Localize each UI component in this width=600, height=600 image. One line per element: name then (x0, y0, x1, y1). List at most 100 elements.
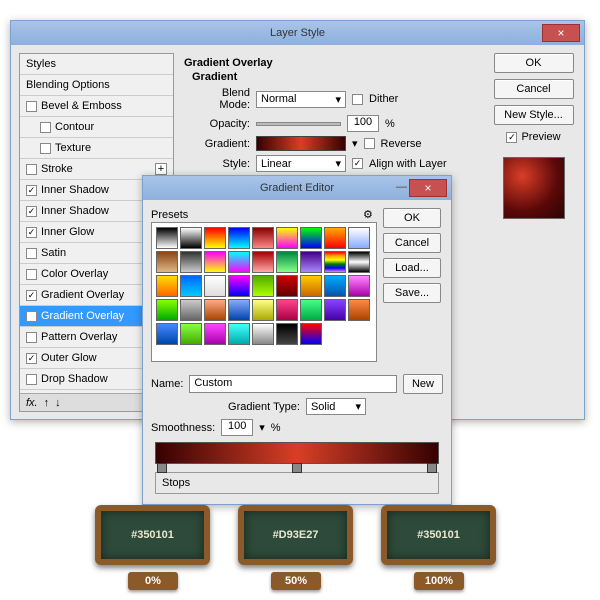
preset-swatch[interactable] (156, 323, 178, 345)
gear-icon[interactable]: ⚙ (363, 208, 377, 222)
smoothness-input[interactable]: 100 (221, 419, 253, 436)
cancel-button[interactable]: Cancel (494, 79, 574, 99)
blend-mode-select[interactable]: Normal▾ (256, 91, 346, 108)
sidebar-item-bevel[interactable]: Bevel & Emboss (20, 96, 173, 117)
opacity-slider[interactable] (256, 122, 341, 126)
preset-swatch[interactable] (228, 299, 250, 321)
ok-button[interactable]: OK (494, 53, 574, 73)
preset-swatch[interactable] (180, 299, 202, 321)
preset-swatch[interactable] (204, 275, 226, 297)
chevron-down-icon[interactable]: ▾ (259, 421, 265, 434)
checkbox-icon[interactable] (26, 311, 37, 322)
preset-swatch[interactable] (252, 227, 274, 249)
preset-swatch[interactable] (228, 251, 250, 273)
gradient-editor-titlebar[interactable]: Gradient Editor — × (143, 176, 451, 200)
color-stop[interactable] (292, 463, 302, 473)
gradient-type-select[interactable]: Solid▾ (306, 398, 366, 415)
preset-swatch[interactable] (156, 251, 178, 273)
preset-swatch[interactable] (324, 251, 346, 273)
preset-swatch[interactable] (324, 299, 346, 321)
color-stop[interactable] (427, 463, 437, 473)
dither-checkbox[interactable] (352, 94, 363, 105)
save-button[interactable]: Save... (383, 283, 441, 303)
checkbox-icon[interactable] (26, 332, 37, 343)
new-style-button[interactable]: New Style... (494, 105, 574, 125)
style-select[interactable]: Linear▾ (256, 155, 346, 172)
checkbox-icon[interactable] (26, 269, 37, 280)
preset-swatch[interactable] (228, 227, 250, 249)
checkbox-icon[interactable] (26, 353, 37, 364)
sidebar-item-blending[interactable]: Blending Options (20, 75, 173, 96)
minimize-icon[interactable]: — (396, 181, 407, 193)
preset-swatch[interactable] (252, 275, 274, 297)
checkbox-icon[interactable] (26, 164, 37, 175)
preset-swatch[interactable] (300, 299, 322, 321)
preset-swatch[interactable] (300, 227, 322, 249)
preset-swatch[interactable] (276, 299, 298, 321)
color-stop[interactable] (157, 463, 167, 473)
fx-label: fx. (26, 397, 38, 409)
preset-swatch[interactable] (180, 323, 202, 345)
checkbox-icon[interactable] (26, 374, 37, 385)
preset-swatch[interactable] (324, 227, 346, 249)
load-button[interactable]: Load... (383, 258, 441, 278)
preset-swatch[interactable] (300, 323, 322, 345)
sidebar-item-contour[interactable]: Contour (20, 117, 173, 138)
close-icon[interactable]: × (542, 24, 580, 42)
reverse-checkbox[interactable] (364, 138, 375, 149)
arrow-down-icon[interactable]: ↓ (55, 397, 61, 409)
blend-mode-label: Blend Mode: (192, 87, 250, 111)
gradient-bar[interactable] (155, 442, 439, 464)
checkbox-icon[interactable] (26, 290, 37, 301)
preset-swatch[interactable] (276, 251, 298, 273)
close-icon[interactable]: × (409, 179, 447, 197)
new-button[interactable]: New (403, 374, 443, 394)
opacity-input[interactable]: 100 (347, 115, 379, 132)
preset-swatch[interactable] (204, 299, 226, 321)
checkbox-icon[interactable] (40, 143, 51, 154)
checkbox-icon[interactable] (40, 122, 51, 133)
preset-swatch[interactable] (276, 323, 298, 345)
sidebar-item-texture[interactable]: Texture (20, 138, 173, 159)
checkbox-icon[interactable] (26, 206, 37, 217)
checkbox-icon[interactable] (26, 101, 37, 112)
gradient-picker[interactable] (256, 136, 346, 151)
preset-swatch[interactable] (348, 275, 370, 297)
preset-swatch[interactable] (156, 275, 178, 297)
preset-swatch[interactable] (300, 251, 322, 273)
layer-style-titlebar[interactable]: Layer Style × (11, 21, 584, 45)
preset-swatch[interactable] (204, 323, 226, 345)
preset-swatch[interactable] (228, 275, 250, 297)
preset-swatch[interactable] (156, 299, 178, 321)
sidebar-item-styles[interactable]: Styles (20, 54, 173, 75)
checkbox-icon[interactable] (26, 185, 37, 196)
preset-swatch[interactable] (180, 251, 202, 273)
preset-swatch[interactable] (204, 227, 226, 249)
preset-swatch[interactable] (276, 275, 298, 297)
ok-button[interactable]: OK (383, 208, 441, 228)
preview-checkbox[interactable] (506, 132, 517, 143)
chevron-down-icon[interactable]: ▾ (352, 137, 358, 150)
cancel-button[interactable]: Cancel (383, 233, 441, 253)
preset-swatch[interactable] (300, 275, 322, 297)
plus-icon[interactable]: + (155, 163, 167, 175)
preset-swatch[interactable] (348, 227, 370, 249)
preset-swatch[interactable] (228, 323, 250, 345)
checkbox-icon[interactable] (26, 248, 37, 259)
name-input[interactable]: Custom (189, 375, 397, 393)
preset-swatch[interactable] (180, 227, 202, 249)
align-checkbox[interactable] (352, 158, 363, 169)
preset-swatch[interactable] (348, 251, 370, 273)
checkbox-icon[interactable] (26, 227, 37, 238)
preset-swatch[interactable] (252, 251, 274, 273)
preset-swatch[interactable] (252, 323, 274, 345)
preset-swatch[interactable] (252, 299, 274, 321)
preset-swatch[interactable] (348, 299, 370, 321)
preset-swatch[interactable] (180, 275, 202, 297)
preset-swatch[interactable] (324, 275, 346, 297)
arrow-up-icon[interactable]: ↑ (44, 397, 50, 409)
preset-swatch[interactable] (204, 251, 226, 273)
chevron-down-icon: ▾ (335, 157, 341, 170)
preset-swatch[interactable] (276, 227, 298, 249)
preset-swatch[interactable] (156, 227, 178, 249)
